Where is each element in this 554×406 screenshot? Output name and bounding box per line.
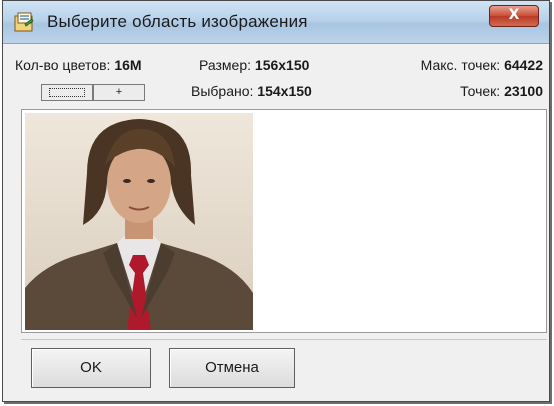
- selected-label: Выбрано:: [191, 83, 254, 99]
- window-title: Выберите область изображения: [47, 12, 308, 31]
- colors-value: 16M: [114, 57, 142, 73]
- image-canvas[interactable]: [21, 109, 547, 333]
- max-points-label: Макс. точек:: [420, 57, 501, 73]
- size-value: 156x150: [254, 57, 310, 73]
- app-icon: [14, 12, 34, 32]
- divider: [21, 339, 547, 340]
- dotted-rectangle-icon: [49, 88, 85, 97]
- size-info: Размер: 156x150: [199, 57, 309, 73]
- select-area-tool-button[interactable]: [41, 84, 93, 101]
- size-label: Размер:: [199, 57, 252, 73]
- points-info: Точек: 23100: [460, 83, 543, 99]
- selected-info: Выбрано: 154x150: [191, 83, 312, 99]
- dialog-window: Выберите область изображения X Кол-во цв…: [2, 0, 550, 402]
- title-bar[interactable]: Выберите область изображения X: [3, 1, 549, 44]
- close-button[interactable]: X: [489, 5, 539, 27]
- max-points-value: 64422: [504, 57, 543, 73]
- add-tool-button[interactable]: +: [93, 84, 145, 101]
- colors-label: Кол-во цветов:: [15, 57, 111, 73]
- selected-value: 154x150: [257, 83, 312, 99]
- cancel-button[interactable]: Отмена: [169, 348, 295, 388]
- max-points-info: Макс. точек: 64422: [421, 57, 543, 73]
- portrait-photo[interactable]: [25, 113, 253, 330]
- ok-button[interactable]: OK: [31, 348, 151, 388]
- colors-info: Кол-во цветов: 16M: [15, 57, 142, 73]
- points-value: 23100: [504, 83, 543, 99]
- points-label: Точек:: [460, 83, 501, 99]
